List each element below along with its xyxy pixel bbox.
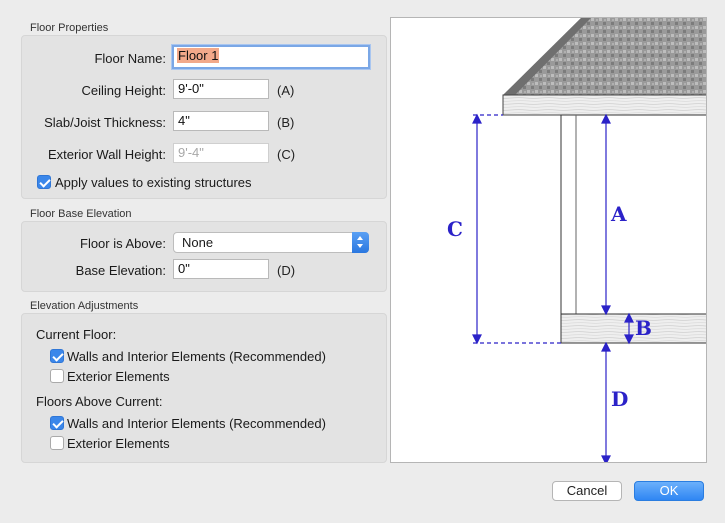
apply-existing-checkbox[interactable] xyxy=(37,175,51,189)
slab-shape xyxy=(560,313,706,344)
base-elevation-suffix: (D) xyxy=(277,263,296,278)
apply-existing-label[interactable]: Apply values to existing structures xyxy=(55,175,252,190)
floors-above-label: Floors Above Current: xyxy=(36,394,163,409)
above-exterior-checkbox[interactable] xyxy=(50,436,64,450)
dimension-a-label: A xyxy=(610,202,627,226)
dimension-b-label: B xyxy=(635,316,652,340)
wall-shape xyxy=(560,114,706,315)
base-elevation-label: Base Elevation: xyxy=(75,263,166,278)
floor-above-value: None xyxy=(182,235,214,250)
exterior-wall-suffix: (C) xyxy=(277,147,296,162)
floor-name-input[interactable]: Floor 1 xyxy=(172,45,370,69)
current-floor-label: Current Floor: xyxy=(36,327,117,342)
current-walls-label[interactable]: Walls and Interior Elements (Recommended… xyxy=(67,349,326,364)
current-walls-checkbox[interactable] xyxy=(50,349,64,363)
roof-fascia xyxy=(502,94,706,116)
exterior-wall-label: Exterior Wall Height: xyxy=(48,147,166,162)
elevation-diagram: C A B D xyxy=(390,17,707,463)
ceiling-height-label: Ceiling Height: xyxy=(81,83,166,98)
elevation-adjustments-title: Elevation Adjustments xyxy=(30,300,139,312)
exterior-wall-input: 9'-4" xyxy=(173,143,269,163)
floor-name-label: Floor Name: xyxy=(94,51,166,66)
floor-above-select[interactable]: None xyxy=(173,232,369,253)
dimension-c-arrow-bottom xyxy=(472,334,482,345)
above-exterior-label[interactable]: Exterior Elements xyxy=(67,436,170,451)
dimension-d-label: D xyxy=(611,387,628,411)
slab-thickness-label: Slab/Joist Thickness: xyxy=(44,115,166,130)
current-exterior-checkbox[interactable] xyxy=(50,369,64,383)
elevation-diagram-svg: C A B D xyxy=(447,18,706,462)
select-stepper-icon xyxy=(352,232,369,253)
ok-button[interactable]: OK xyxy=(634,481,704,501)
floor-above-label: Floor is Above: xyxy=(80,236,166,251)
floor-name-value: Floor 1 xyxy=(177,48,220,63)
cancel-button[interactable]: Cancel xyxy=(552,481,622,501)
above-walls-label[interactable]: Walls and Interior Elements (Recommended… xyxy=(67,416,326,431)
dimension-c-label: C xyxy=(447,217,463,241)
base-elevation-input[interactable]: 0" xyxy=(173,259,269,279)
slab-thickness-input[interactable]: 4" xyxy=(173,111,269,131)
current-exterior-label[interactable]: Exterior Elements xyxy=(67,369,170,384)
dimension-c-arrow-top xyxy=(472,113,482,124)
roof-shape xyxy=(503,18,706,95)
ceiling-height-suffix: (A) xyxy=(277,83,295,98)
slab-thickness-suffix: (B) xyxy=(277,115,295,130)
floor-base-elevation-title: Floor Base Elevation xyxy=(30,208,132,220)
floor-properties-title: Floor Properties xyxy=(30,22,109,34)
above-walls-checkbox[interactable] xyxy=(50,416,64,430)
ceiling-height-input[interactable]: 9'-0" xyxy=(173,79,269,99)
